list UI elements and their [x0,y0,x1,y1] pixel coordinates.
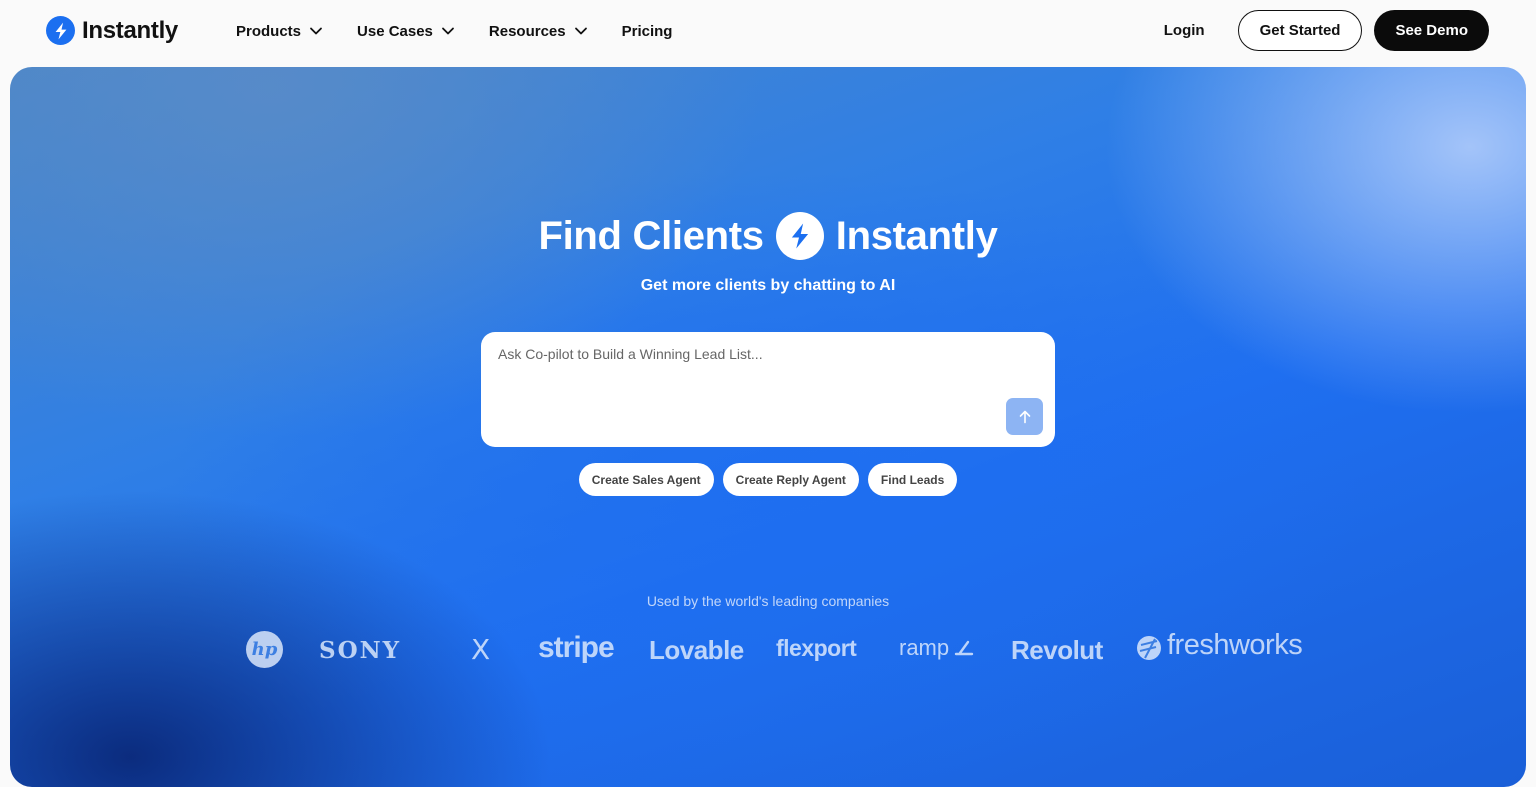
used-by-caption: Used by the world's leading companies [646,593,890,609]
logo-x: X [471,633,491,666]
ramp-mark-icon [954,640,974,656]
main-menu: Products Use Cases Resources Pricing [236,0,706,62]
lightning-bolt-icon [775,212,824,260]
menu-item-products[interactable]: Products [236,23,323,40]
logo-sony: SONY [319,637,402,664]
menu-item-label: Products [236,22,302,40]
chevron-down-icon [574,27,587,35]
logo-ramp: ramp [899,635,974,661]
logo-freshworks: freshworks [1135,629,1303,662]
menu-item-pricing[interactable]: Pricing [622,23,673,40]
chip-find-leads[interactable]: Find Leads [867,463,958,496]
logo-hp-text: hp [251,639,278,660]
copilot-prompt-box [481,332,1055,447]
logo-revolut: Revolut [1011,635,1103,665]
arrow-up-icon [1019,410,1030,423]
chip-create-reply-agent[interactable]: Create Reply Agent [722,463,859,496]
hero-title-right: Instantly [835,213,998,258]
company-logos: hp SONY X stripe Lovable flexport ramp R… [246,627,1306,677]
hero-subtitle: Get more clients by chatting to AI [640,277,896,294]
chip-create-sales-agent[interactable]: Create Sales Agent [578,463,714,496]
logo-freshworks-text: freshworks [1167,629,1303,661]
menu-item-label: Use Cases [357,22,433,40]
logo-link[interactable]: Instantly [46,16,178,45]
hero-title: Find Clients Instantly [10,212,1526,260]
logo-flexport: flexport [776,635,857,661]
nav-actions: Login Get Started See Demo [1164,10,1489,51]
logo-stripe: stripe [538,631,615,664]
get-started-button[interactable]: Get Started [1237,10,1363,51]
hero-title-left: Find Clients [538,213,764,258]
brand-name: Instantly [82,16,178,44]
logo-lovable: Lovable [649,635,744,665]
freshworks-leaf-icon [1137,635,1161,660]
chevron-down-icon [310,27,322,35]
menu-item-label: Resources [488,22,566,40]
menu-item-label: Pricing [621,22,673,40]
send-button[interactable] [1006,398,1043,435]
menu-item-resources[interactable]: Resources [489,23,588,40]
login-link[interactable]: Login [1164,22,1205,39]
logo-hp: hp [246,631,283,668]
suggestion-chips: Create Sales Agent Create Reply Agent Fi… [10,463,1526,496]
logo-ramp-text: ramp [899,635,950,660]
top-nav: Instantly Products Use Cases Resources P… [0,0,1536,62]
lightning-bolt-icon [46,16,75,45]
chevron-down-icon [442,27,454,35]
copilot-prompt-input[interactable] [481,332,1055,447]
hero-section: Find Clients Instantly Get more clients … [10,67,1526,787]
menu-item-use-cases[interactable]: Use Cases [357,23,455,40]
see-demo-button[interactable]: See Demo [1374,10,1489,51]
